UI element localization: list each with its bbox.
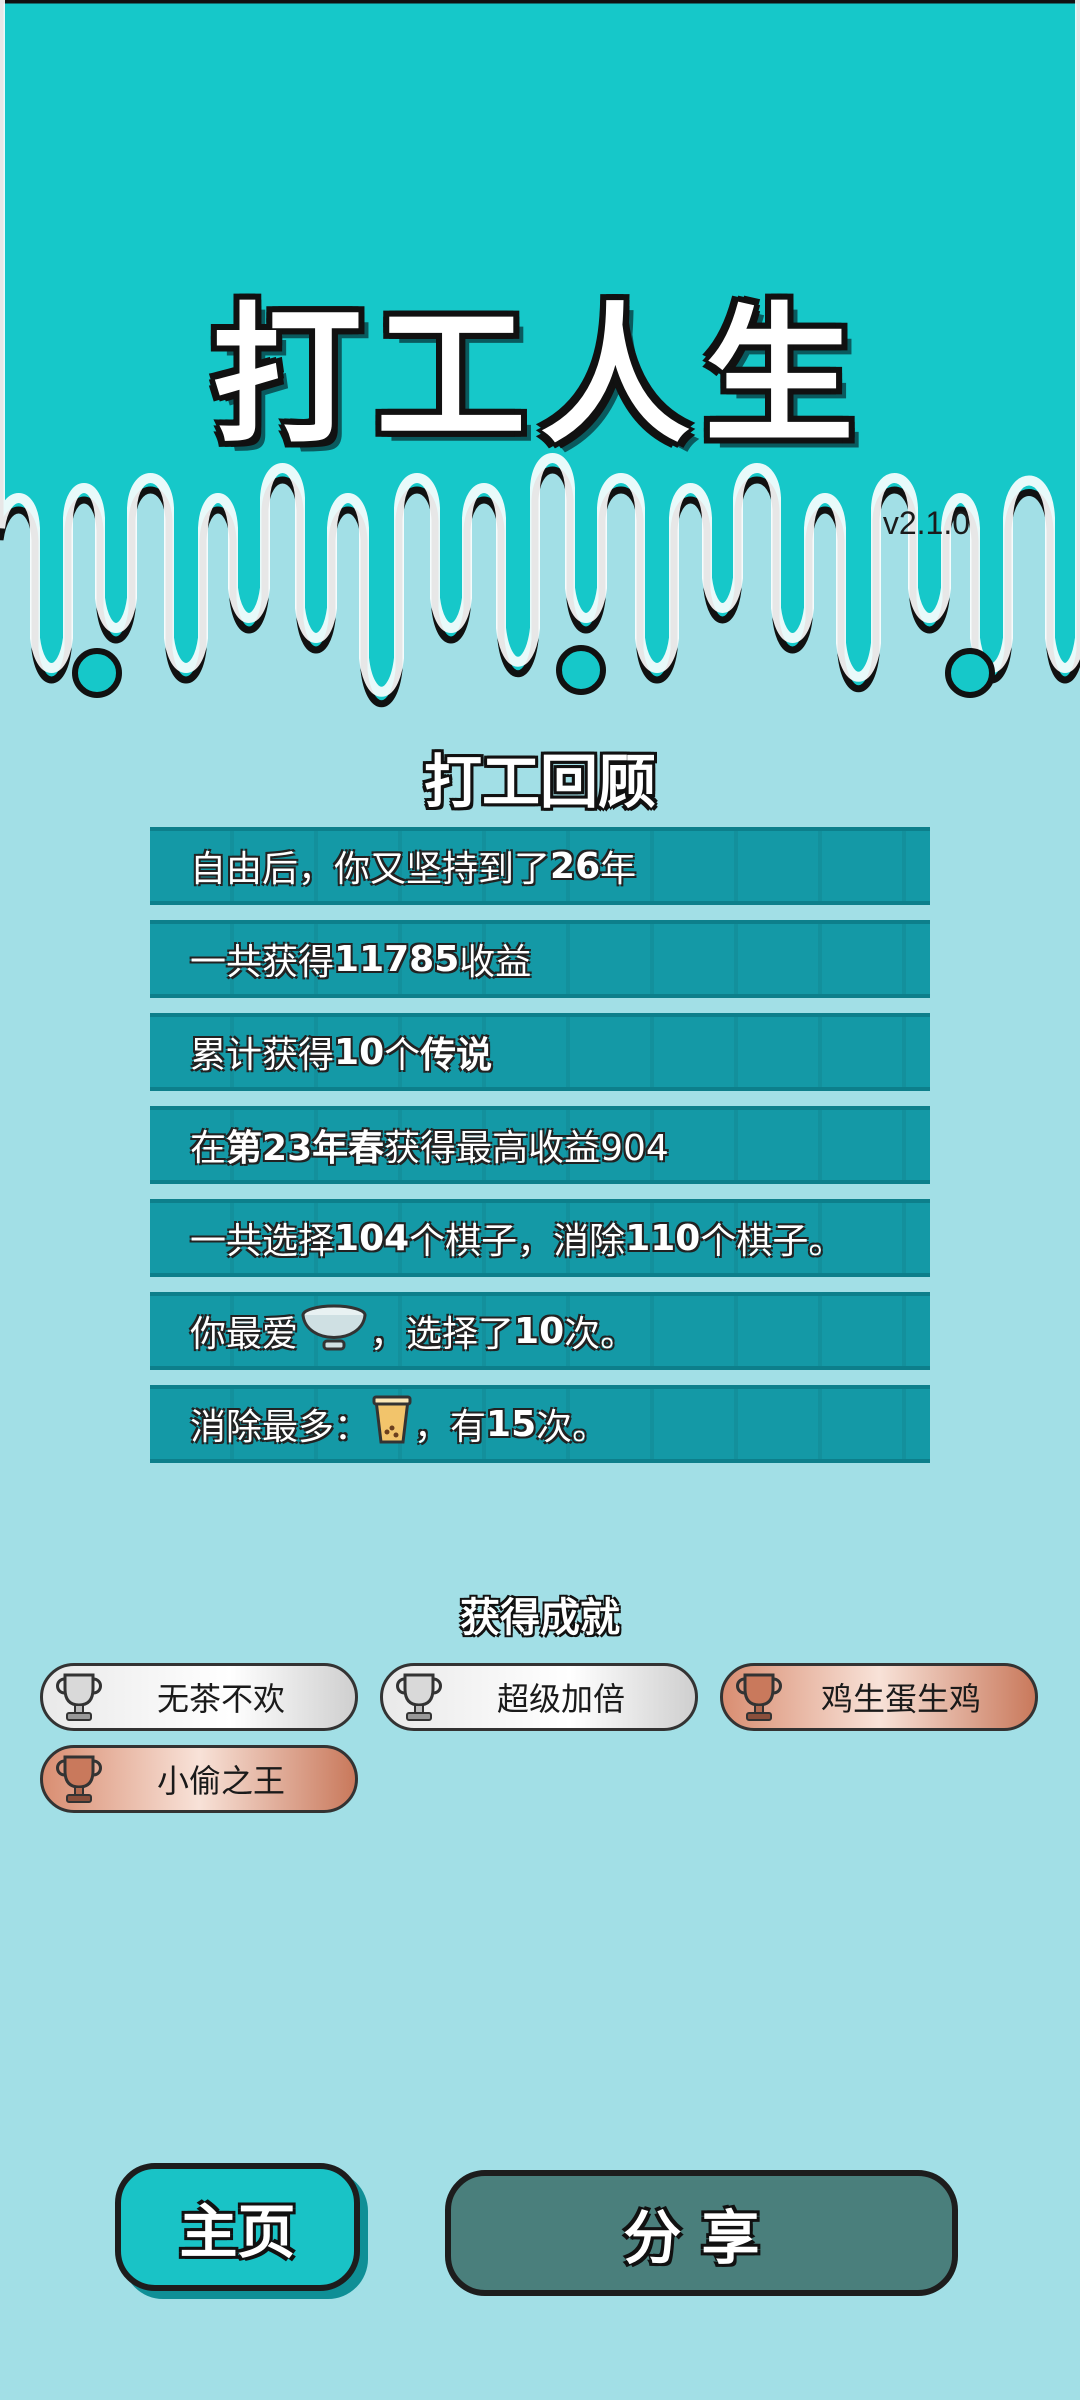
achievement-label: 超级加倍 [496, 1680, 625, 1718]
review-row-most-eliminated: 消除最多： ，有 15 次。 [150, 1385, 930, 1463]
header: 打工人生 v2.1.0 [0, 0, 1080, 720]
achievement-badge[interactable]: 小偷之王 [40, 1745, 358, 1813]
milk-tea-icon [372, 1394, 412, 1455]
review-row-earnings: 一共获得 11785 收益 [150, 920, 930, 998]
review-list: 自由后，你又坚持到了 26 年 一共获得 11785 收益 累计获得 10 个传说 在 第2… [150, 827, 930, 1478]
review-row-years: 自由后，你又坚持到了 26 年 [150, 827, 930, 905]
achievement-badge[interactable]: 鸡生蛋生鸡 [720, 1663, 1038, 1731]
share-button[interactable]: 分享 [445, 2170, 958, 2296]
achievement-label: 小偷之王 [156, 1762, 285, 1800]
home-button[interactable]: 主页 [115, 2163, 360, 2291]
review-row-favorite: 你最爱 ，选择了 10 次。 [150, 1292, 930, 1370]
achievement-badge[interactable]: 无茶不欢 [40, 1663, 358, 1731]
review-row-legends: 累计获得 10 个传说 [150, 1013, 930, 1091]
game-title: 打工人生 [211, 290, 868, 464]
achievement-label: 鸡生蛋生鸡 [820, 1680, 981, 1718]
bronze-trophy-icon [51, 1751, 107, 1807]
review-row-pieces: 一共选择 104 个棋子，消除 110 个棋子。 [150, 1199, 930, 1277]
review-title: 打工回顾 [423, 748, 656, 816]
achievement-label: 无茶不欢 [156, 1680, 285, 1718]
silver-trophy-icon [391, 1669, 447, 1725]
bronze-trophy-icon [731, 1669, 787, 1725]
version-label: v2.1.0 [882, 505, 970, 541]
achievements-title: 获得成就 [460, 1595, 620, 1641]
silver-trophy-icon [51, 1669, 107, 1725]
review-row-best-season: 在 第23年春 获得最高收益904 [150, 1106, 930, 1184]
bowl-icon [300, 1301, 368, 1362]
achievement-badge[interactable]: 超级加倍 [380, 1663, 698, 1731]
